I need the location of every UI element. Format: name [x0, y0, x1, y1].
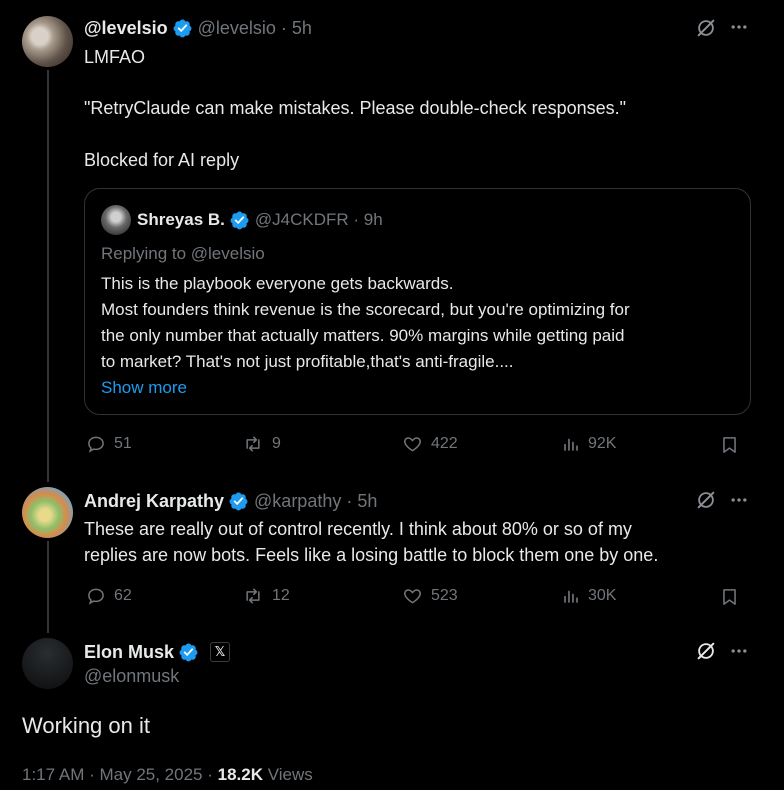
author-handle[interactable]: @karpathy — [254, 491, 341, 512]
quote-text-line: to market? That's not just profitable,th… — [101, 352, 514, 371]
grok-icon[interactable] — [695, 489, 717, 511]
tweet-text-line: replies are now bots. Feels like a losin… — [84, 545, 659, 565]
repost-button[interactable]: 12 — [242, 586, 290, 606]
views-button[interactable]: 30K — [562, 586, 616, 606]
quote-text-line: Most founders think revenue is the score… — [101, 300, 630, 319]
views-count: 92K — [588, 435, 617, 452]
tweet-text-line: "RetryClaude can make mistakes. Please d… — [84, 98, 627, 118]
avatar-levelsio[interactable] — [22, 16, 73, 67]
tweet-text-line: LMFAO — [84, 47, 146, 67]
repost-button[interactable]: 9 — [242, 434, 281, 454]
views-total: 18.2K — [217, 765, 263, 784]
grok-icon[interactable] — [695, 640, 717, 662]
like-icon — [404, 589, 421, 604]
avatar-karpathy[interactable] — [22, 487, 73, 538]
quote-timestamp: 9h — [363, 210, 383, 229]
reply-button[interactable]: 62 — [86, 586, 132, 606]
replying-to: Replying to @levelsio — [101, 244, 265, 263]
thread-line-1 — [47, 70, 49, 482]
quote-author-name: Shreyas B. — [137, 210, 225, 229]
dot-separator: · — [275, 17, 292, 38]
reply-button[interactable]: 51 — [86, 434, 132, 454]
affiliate-badge[interactable]: 𝕏 — [210, 642, 231, 662]
more-icon[interactable] — [729, 490, 749, 510]
tweet-text-line: Blocked for AI reply — [84, 150, 240, 170]
more-icon[interactable] — [729, 641, 749, 661]
like-button[interactable]: 422 — [402, 434, 458, 454]
repost-count: 9 — [272, 435, 281, 452]
author-handle[interactable]: @levelsio — [198, 18, 276, 39]
bookmark-icon[interactable] — [720, 586, 739, 608]
reply-count: 51 — [114, 435, 132, 452]
views-button[interactable]: 92K — [562, 434, 616, 454]
tweet2-header: Andrej Karpathy @karpathy · 5h — [84, 489, 377, 513]
verified-badge-icon — [230, 211, 249, 229]
tweet-text-line: These are really out of control recently… — [84, 519, 632, 539]
quote-text-line: This is the playbook everyone gets backw… — [101, 274, 454, 293]
timestamp[interactable]: 5h — [292, 18, 312, 39]
reply-icon — [88, 436, 104, 453]
tweet-meta: 1:17 AM · May 25, 2025 · 18.2K Views — [22, 765, 313, 785]
verified-badge-icon — [229, 492, 248, 510]
views-icon — [564, 590, 578, 603]
verified-badge-icon — [173, 19, 192, 37]
tweet-datetime[interactable]: 1:17 AM · May 25, 2025 · — [22, 765, 218, 784]
quote-text-line: the only number that actually matters. 9… — [101, 326, 625, 345]
author-name[interactable]: Andrej Karpathy — [84, 491, 224, 512]
views-icon — [564, 438, 578, 451]
avatar-elonmusk[interactable] — [22, 638, 73, 689]
grok-icon[interactable] — [695, 17, 717, 39]
repost-icon — [246, 436, 260, 452]
author-name[interactable]: @levelsio — [84, 18, 168, 39]
reply-icon — [88, 588, 104, 605]
tweet1-header: @levelsio @levelsio · 5h — [84, 16, 312, 40]
views-label: Views — [262, 765, 313, 784]
dot-separator: · — [341, 490, 358, 511]
timestamp[interactable]: 5h — [357, 491, 377, 512]
reply-count: 62 — [114, 587, 132, 604]
bookmark-icon[interactable] — [720, 434, 739, 456]
more-icon[interactable] — [729, 17, 749, 37]
like-icon — [404, 437, 421, 452]
quote-author-handle: @J4CKDFR — [254, 210, 349, 229]
repost-icon — [246, 588, 260, 604]
thread-line-2 — [47, 541, 49, 633]
like-count: 422 — [431, 435, 458, 452]
dot-separator: · — [348, 210, 364, 229]
show-more-link[interactable]: Show more — [101, 375, 187, 401]
verified-badge-icon — [179, 643, 198, 661]
avatar-shreyas — [101, 205, 131, 235]
author-name[interactable]: Elon Musk — [84, 642, 174, 663]
quote-header: Shreyas B. @J4CKDFR · 9h — [137, 208, 383, 232]
main-tweet-text: Working on it — [22, 713, 150, 738]
tweet3-header: Elon Musk 𝕏 — [84, 640, 231, 664]
repost-count: 12 — [272, 587, 290, 604]
views-count: 30K — [588, 587, 617, 604]
like-button[interactable]: 523 — [402, 586, 458, 606]
author-handle[interactable]: @elonmusk — [84, 666, 179, 687]
like-count: 523 — [431, 587, 458, 604]
